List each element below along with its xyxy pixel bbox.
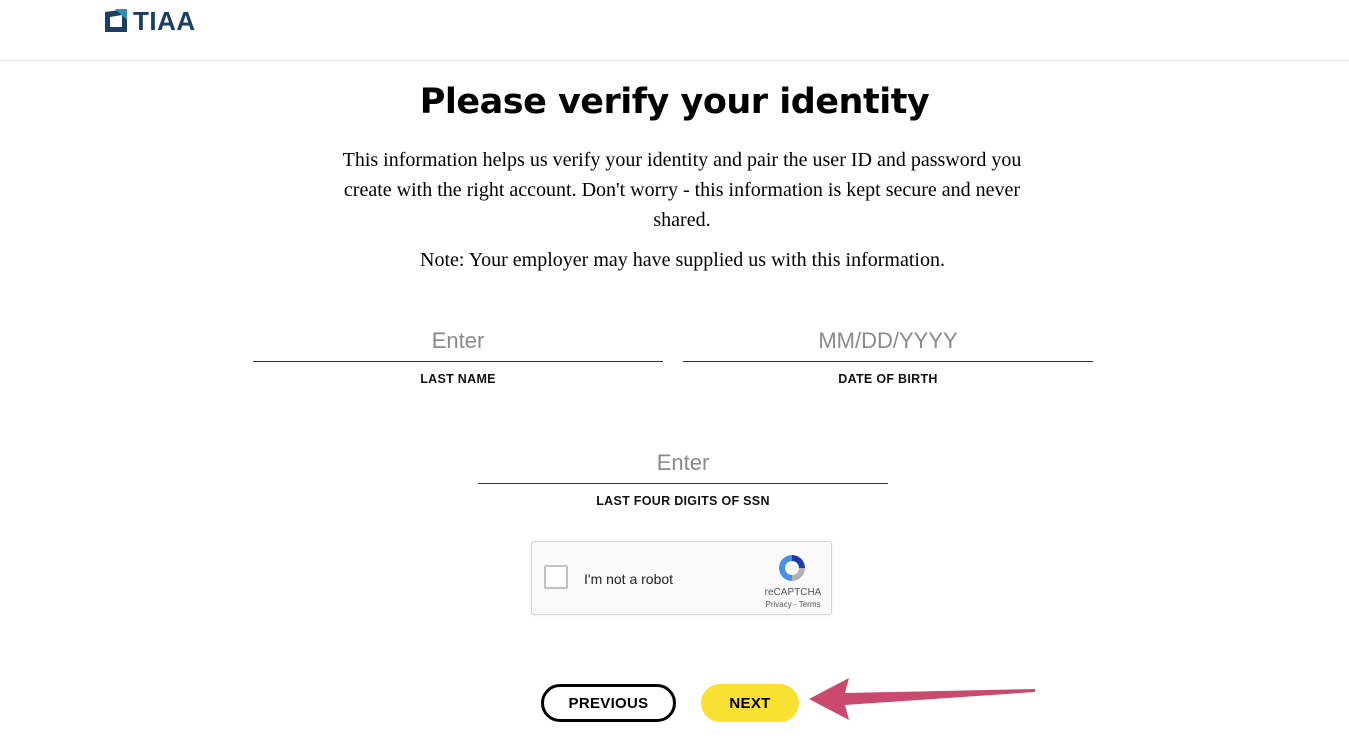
annotation-arrow-icon: [809, 678, 1035, 720]
recaptcha-links[interactable]: Privacy - Terms: [752, 600, 834, 609]
recaptcha-checkbox[interactable]: [544, 565, 568, 589]
ssn-input[interactable]: [478, 442, 888, 484]
note-text: Note: Your employer may have supplied us…: [420, 249, 945, 271]
recaptcha-label: I'm not a robot: [584, 571, 674, 587]
date-of-birth-field: DATE OF BIRTH: [683, 320, 1093, 386]
intro-text: This information helps us verify your id…: [342, 149, 1022, 231]
recaptcha-icon: [779, 555, 805, 581]
previous-button[interactable]: PREVIOUS: [541, 684, 676, 722]
date-of-birth-input[interactable]: [683, 320, 1093, 362]
last-name-label: LAST NAME: [420, 372, 496, 386]
ssn-label: LAST FOUR DIGITS OF SSN: [596, 494, 770, 508]
tiaa-logo-icon: [105, 9, 127, 32]
logo-text: TIAA: [133, 6, 196, 36]
recaptcha-brand: reCAPTCHA: [764, 587, 822, 598]
recaptcha-widget: I'm not a robot reCAPTCHA Privacy - Term…: [531, 541, 832, 615]
page-title: Please verify your identity: [419, 82, 930, 122]
top-bar: TIAA: [0, 0, 1349, 61]
last-name-field: LAST NAME: [253, 320, 663, 386]
next-button[interactable]: NEXT: [701, 684, 799, 722]
last-name-input[interactable]: [253, 320, 663, 362]
tiaa-logo[interactable]: TIAA: [103, 7, 196, 35]
date-of-birth-label: DATE OF BIRTH: [838, 372, 938, 386]
ssn-field: LAST FOUR DIGITS OF SSN: [478, 442, 888, 508]
